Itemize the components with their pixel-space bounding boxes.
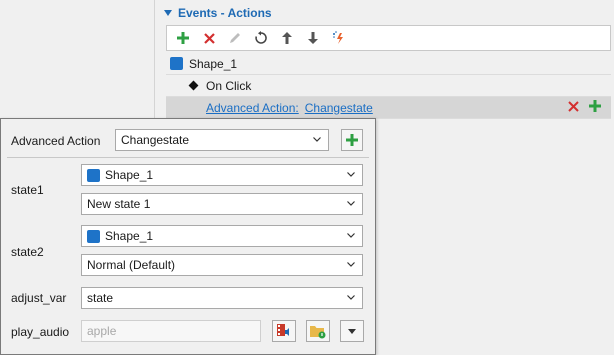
tree-event-label: On Click (206, 78, 252, 93)
edit-icon[interactable] (223, 27, 247, 49)
state2-shape-select[interactable]: Shape_1 (81, 225, 363, 247)
state1-state-value: New state 1 (87, 197, 151, 211)
chevron-down-icon (347, 201, 355, 206)
remove-action-icon[interactable] (568, 100, 579, 115)
adjust-var-select[interactable]: state (81, 287, 363, 309)
advanced-action-select-value: Changestate (121, 133, 190, 147)
play-audio-placeholder: apple (87, 324, 117, 338)
add-advanced-action-button[interactable] (341, 129, 363, 151)
shape-icon (87, 168, 100, 182)
move-up-icon[interactable] (275, 27, 299, 49)
adjust-var-label: adjust_var (11, 291, 67, 305)
state1-state-select[interactable]: New state 1 (81, 193, 363, 215)
play-audio-label: play_audio (11, 325, 70, 339)
popup-separator (7, 157, 369, 158)
reset-icon[interactable] (249, 27, 273, 49)
shape-icon (87, 229, 100, 243)
audio-options-dropdown[interactable] (340, 320, 364, 342)
tree-shape-label: Shape_1 (189, 56, 238, 71)
diamond-bullet-icon (188, 80, 199, 91)
advanced-action-popup: Advanced Action Changestate state1 Shape… (0, 118, 376, 355)
adjust-var-value: state (87, 291, 114, 305)
events-toolbar (166, 25, 611, 51)
tree-row-event[interactable]: On Click (166, 75, 611, 97)
collapse-triangle-icon[interactable] (164, 10, 172, 16)
chevron-down-icon (347, 295, 355, 300)
state2-state-select[interactable]: Normal (Default) (81, 254, 363, 276)
action-type-link[interactable]: Advanced Action: (206, 101, 299, 115)
chevron-down-icon (347, 172, 355, 177)
delete-icon[interactable] (197, 27, 221, 49)
chevron-down-icon (347, 233, 355, 238)
triangle-down-icon (348, 329, 356, 334)
magic-icon[interactable] (327, 27, 351, 49)
move-down-icon[interactable] (301, 27, 325, 49)
state1-label: state1 (11, 183, 44, 197)
shape-icon (170, 57, 183, 70)
state1-shape-value: Shape_1 (105, 168, 154, 182)
action-name-link[interactable]: Changestate (305, 101, 373, 115)
browse-audio-button[interactable] (306, 320, 330, 342)
chevron-down-icon (313, 137, 321, 142)
action-row-buttons (568, 100, 601, 115)
state1-shape-select[interactable]: Shape_1 (81, 164, 363, 186)
state2-state-value: Normal (Default) (87, 258, 176, 272)
add-icon (346, 134, 358, 146)
add-action-icon[interactable] (589, 100, 601, 115)
advanced-action-select[interactable]: Changestate (115, 129, 329, 151)
state2-label: state2 (11, 245, 44, 259)
events-header-title: Events - Actions (178, 6, 272, 20)
audio-library-button[interactable] (272, 320, 296, 342)
audio-clip-icon (277, 324, 289, 336)
state2-shape-value: Shape_1 (105, 229, 154, 243)
play-audio-input[interactable]: apple (81, 320, 261, 342)
folder-icon (310, 326, 326, 339)
chevron-down-icon (347, 262, 355, 267)
tree-row-shape[interactable]: Shape_1 (166, 53, 611, 75)
events-header[interactable]: Events - Actions (164, 5, 272, 21)
tree-row-action[interactable]: Advanced Action: Changestate (166, 97, 611, 119)
advanced-action-label: Advanced Action (11, 134, 101, 148)
add-icon[interactable] (171, 27, 195, 49)
